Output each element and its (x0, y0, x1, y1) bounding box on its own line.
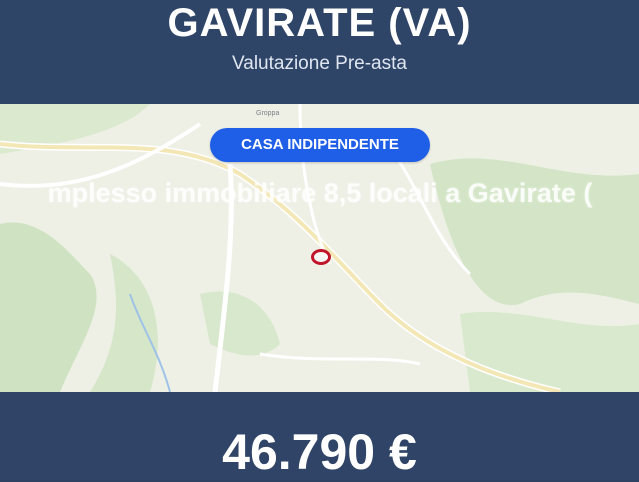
price-value: 46.790 € (222, 424, 417, 480)
map-place-label: Groppa (256, 110, 280, 117)
category-badge: CASA INDIPENDENTE (210, 128, 430, 162)
page-subtitle: Valutazione Pre-asta (232, 53, 407, 74)
location-marker-icon[interactable] (311, 249, 331, 265)
header: GAVIRATE (VA) Valutazione Pre-asta (0, 0, 639, 104)
page-title: GAVIRATE (VA) (167, 1, 472, 45)
property-description: mplesso immobiliare 8,5 locali a Gavirat… (47, 178, 593, 208)
